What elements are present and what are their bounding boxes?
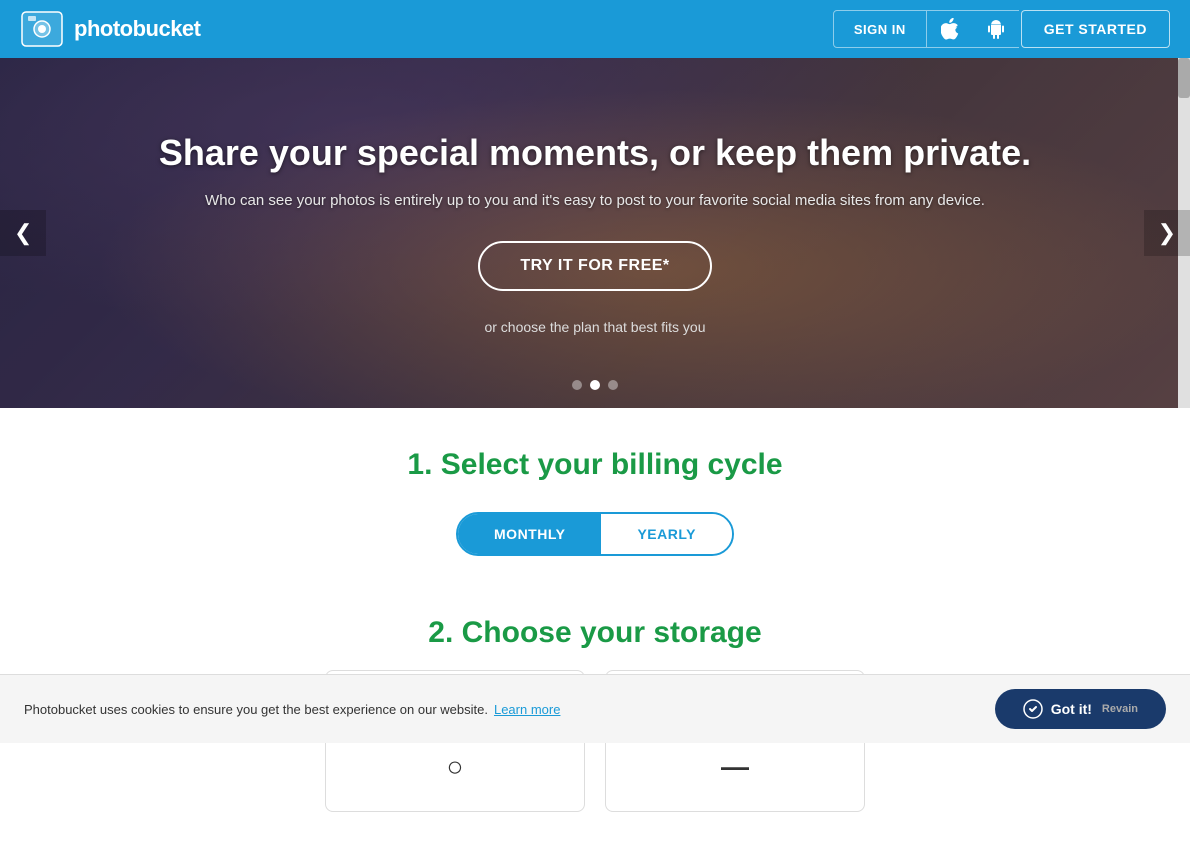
hero-dot-2[interactable]	[590, 380, 600, 390]
logo-text: photobucket	[74, 16, 201, 42]
hero-next-button[interactable]: ❯	[1144, 210, 1190, 256]
navbar: photobucket SIGN IN GET STARTED	[0, 0, 1190, 58]
scrollbar-thumb	[1178, 58, 1190, 98]
cookie-got-it-button[interactable]: Got it! Revain	[995, 689, 1166, 729]
apple-icon	[941, 18, 959, 40]
billing-section-title: 1. Select your billing cycle	[20, 448, 1170, 482]
hero-content: Share your special moments, or keep them…	[119, 131, 1071, 335]
billing-section: 1. Select your billing cycle MONTHLY YEA…	[0, 408, 1190, 596]
cookie-message: Photobucket uses cookies to ensure you g…	[24, 702, 488, 717]
revain-icon	[1023, 699, 1043, 719]
cookie-text-area: Photobucket uses cookies to ensure you g…	[24, 702, 995, 717]
photobucket-logo-icon	[20, 10, 64, 48]
logo[interactable]: photobucket	[20, 10, 201, 48]
cookie-banner: Photobucket uses cookies to ensure you g…	[0, 674, 1190, 743]
yearly-button[interactable]: YEARLY	[601, 514, 732, 554]
hero-cta-button[interactable]: TRY IT FOR FREE*	[478, 241, 711, 291]
android-icon	[987, 18, 1005, 40]
cookie-got-it-label: Got it!	[1051, 701, 1092, 717]
get-started-button[interactable]: GET STARTED	[1021, 10, 1170, 48]
hero-dots	[572, 380, 618, 390]
signin-button[interactable]: SIGN IN	[833, 10, 927, 48]
revain-label: Revain	[1102, 703, 1138, 715]
hero-choose-plan: or choose the plan that best fits you	[159, 319, 1031, 335]
hero-title: Share your special moments, or keep them…	[159, 131, 1031, 174]
billing-toggle: MONTHLY YEARLY	[456, 512, 734, 556]
monthly-button[interactable]: MONTHLY	[458, 514, 601, 554]
hero-prev-button[interactable]: ❮	[0, 210, 46, 256]
cookie-learn-more-link[interactable]: Learn more	[494, 702, 560, 717]
android-app-button[interactable]	[973, 10, 1019, 48]
hero-dot-1[interactable]	[572, 380, 582, 390]
nav-actions: SIGN IN GET STARTED	[833, 10, 1170, 48]
hero-section: ❮ Share your special moments, or keep th…	[0, 58, 1190, 408]
apple-app-button[interactable]	[927, 10, 973, 48]
storage-card-2-value: —	[636, 751, 834, 783]
hero-subtitle: Who can see your photos is entirely up t…	[159, 192, 1031, 209]
hero-dot-3[interactable]	[608, 380, 618, 390]
storage-card-1-value: ○	[356, 751, 554, 783]
storage-section-title: 2. Choose your storage	[20, 616, 1170, 650]
